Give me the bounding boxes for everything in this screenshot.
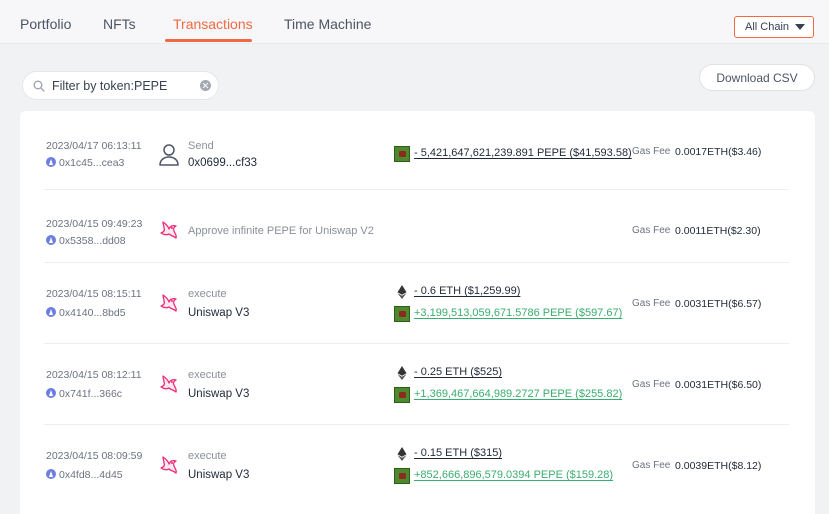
search-icon	[33, 80, 45, 92]
tx-hash-link[interactable]: 0x5358...dd08	[46, 235, 126, 247]
gas-fee-value: 0.0031ETH($6.57)	[675, 298, 762, 310]
gas-fee-label: Gas Fee	[632, 225, 671, 236]
tx-amount[interactable]: - 5,421,647,621,239.891 PEPE ($41,593.58…	[414, 147, 632, 159]
ethereum-chain-icon	[46, 388, 56, 398]
gas-fee-value: 0.0017ETH($3.46)	[675, 146, 762, 158]
tx-hash: 0x5358...dd08	[59, 235, 126, 247]
tx-type: Send	[188, 140, 214, 152]
transaction-row[interactable]: 2023/04/15 08:12:11 0x741f...366c execute U…	[20, 343, 815, 425]
tx-hash: 0x4fd8...4d45	[59, 469, 123, 481]
tab-time-machine[interactable]: Time Machine	[284, 16, 371, 32]
tx-time: 2023/04/17 06:13:11	[46, 140, 142, 152]
tx-time: 2023/04/15 08:12:11	[46, 369, 142, 381]
active-tab-indicator	[165, 39, 252, 42]
tx-hash: 0x1c45...cea3	[59, 157, 125, 169]
gas-fee-label: Gas Fee	[632, 379, 671, 390]
gas-fee-label: Gas Fee	[632, 298, 671, 309]
top-nav: Portfolio NFTs Transactions Time Machine…	[0, 0, 829, 44]
pepe-token-icon	[394, 306, 410, 322]
tx-amount[interactable]: - 0.15 ETH ($315)	[414, 447, 502, 459]
ethereum-chain-icon	[46, 157, 56, 167]
uniswap-icon	[158, 373, 180, 400]
eth-token-icon	[394, 284, 410, 300]
uniswap-icon	[158, 292, 180, 319]
tab-nfts[interactable]: NFTs	[103, 16, 136, 32]
caret-down-icon	[795, 24, 805, 30]
tx-hash: 0x741f...366c	[59, 388, 123, 400]
tx-hash-link[interactable]: 0x4140...8bd5	[46, 307, 126, 319]
tx-time: 2023/04/15 08:09:59	[46, 450, 143, 462]
ethereum-chain-icon	[46, 307, 56, 317]
tx-hash-link[interactable]: 0x4fd8...4d45	[46, 469, 123, 481]
chain-select[interactable]: All Chain	[734, 16, 814, 38]
pepe-token-icon	[394, 468, 410, 484]
tx-counterparty[interactable]: Uniswap V3	[188, 469, 249, 481]
eth-token-icon	[394, 365, 410, 381]
transaction-row[interactable]: 2023/04/15 09:49:23 0x5358...dd08 Approve …	[20, 189, 815, 271]
tx-hash-link[interactable]: 0x1c45...cea3	[46, 157, 124, 169]
chain-select-value: All Chain	[745, 21, 790, 33]
user-icon	[158, 143, 180, 172]
eth-token-icon	[394, 446, 410, 462]
download-csv-button[interactable]: Download CSV	[699, 64, 815, 91]
pepe-token-icon	[394, 146, 410, 162]
transaction-row[interactable]: 2023/04/15 08:09:59 0x4fd8...4d45 execute U…	[20, 424, 815, 506]
gas-fee-value: 0.0011ETH($2.30)	[675, 225, 761, 237]
gas-fee-label: Gas Fee	[632, 146, 671, 157]
tx-hash-link[interactable]: 0x741f...366c	[46, 388, 122, 400]
filter-value: Filter by token:PEPE	[52, 79, 168, 93]
uniswap-icon	[158, 219, 180, 246]
tx-time: 2023/04/15 09:49:23	[46, 218, 143, 230]
tx-counterparty[interactable]: Uniswap V3	[188, 388, 249, 400]
ethereum-chain-icon	[46, 235, 56, 245]
tx-hash: 0x4140...8bd5	[59, 307, 126, 319]
clear-filter-icon[interactable]	[200, 80, 211, 91]
tx-counterparty[interactable]: Uniswap V3	[188, 307, 249, 319]
tx-time: 2023/04/15 08:15:11	[46, 288, 142, 300]
transaction-row[interactable]: 2023/04/17 06:13:11 0x1c45...cea3 Send 0x06…	[20, 111, 815, 193]
tx-type: execute	[188, 288, 227, 300]
tx-counterparty[interactable]: 0x0699...cf33	[188, 157, 257, 169]
token-filter-input[interactable]: Filter by token:PEPE	[22, 71, 219, 100]
tx-amount[interactable]: +3,199,513,059,671.5786 PEPE ($597.67)	[414, 307, 622, 319]
tab-transactions[interactable]: Transactions	[173, 16, 253, 32]
pepe-token-icon	[394, 387, 410, 403]
tab-portfolio[interactable]: Portfolio	[20, 16, 71, 32]
uniswap-icon	[158, 454, 180, 481]
transactions-list: 2023/04/17 06:13:11 0x1c45...cea3 Send 0x06…	[20, 111, 815, 514]
ethereum-chain-icon	[46, 469, 56, 479]
tx-amount[interactable]: - 0.6 ETH ($1,259.99)	[414, 285, 520, 297]
gas-fee-value: 0.0039ETH($8.12)	[675, 460, 762, 472]
tx-type: execute	[188, 369, 227, 381]
gas-fee-value: 0.0031ETH($6.50)	[675, 379, 762, 391]
tx-type: Approve infinite PEPE for Uniswap V2	[188, 225, 374, 237]
tx-amount[interactable]: - 0.25 ETH ($525)	[414, 366, 502, 378]
tx-amount[interactable]: +1,369,467,664,989.2727 PEPE ($255.82)	[414, 388, 622, 400]
transaction-row[interactable]: 2023/04/15 08:15:11 0x4140...8bd5 execute U…	[20, 262, 815, 344]
tx-amount[interactable]: +852,666,896,579.0394 PEPE ($159.28)	[414, 469, 613, 481]
tx-type: execute	[188, 450, 227, 462]
gas-fee-label: Gas Fee	[632, 460, 671, 471]
